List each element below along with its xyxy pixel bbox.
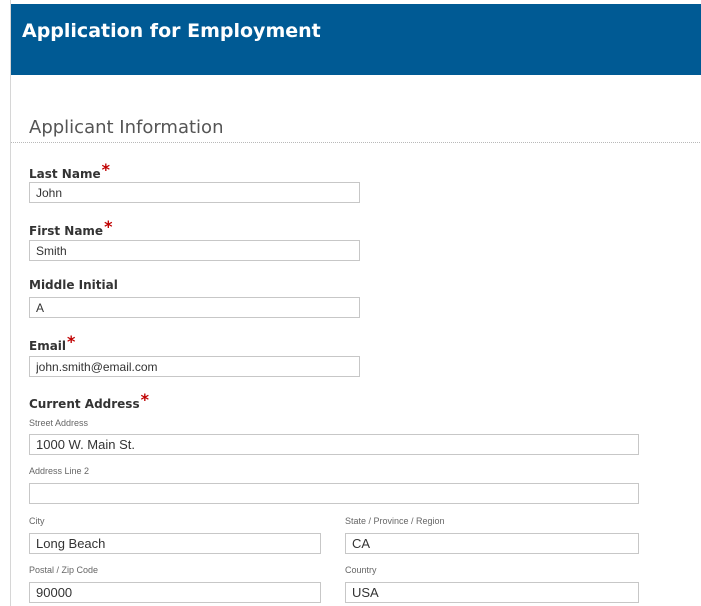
city-input[interactable] — [29, 533, 321, 554]
form-header: Application for Employment — [11, 4, 701, 75]
middle-initial-label: Middle Initial — [29, 278, 118, 292]
required-marker: * — [140, 390, 149, 409]
postal-code-input[interactable] — [29, 582, 321, 603]
postal-code-label: Postal / Zip Code — [29, 565, 99, 575]
email-label: Email* — [29, 332, 76, 353]
first-name-input[interactable] — [29, 240, 360, 261]
middle-initial-input[interactable] — [29, 297, 360, 318]
country-label: Country — [345, 565, 377, 575]
country-input[interactable] — [345, 582, 639, 603]
form-frame: Application for Employment Applicant Inf… — [10, 0, 701, 606]
last-name-label: Last Name* — [29, 160, 110, 181]
required-marker: * — [67, 332, 76, 351]
required-marker: * — [104, 217, 113, 236]
email-input[interactable] — [29, 356, 360, 377]
section-title: Applicant Information — [29, 117, 224, 138]
last-name-input[interactable] — [29, 182, 360, 203]
city-label: City — [29, 516, 45, 526]
form-title: Application for Employment — [22, 20, 321, 42]
section-divider — [11, 142, 701, 143]
current-address-label: Current Address* — [29, 390, 149, 411]
required-marker: * — [101, 160, 110, 179]
address-line2-label: Address Line 2 — [29, 466, 90, 476]
street-address-input[interactable] — [29, 434, 639, 455]
state-label: State / Province / Region — [345, 516, 445, 526]
street-address-label: Street Address — [29, 418, 89, 428]
address-line2-input[interactable] — [29, 483, 639, 504]
first-name-label: First Name* — [29, 217, 113, 238]
state-input[interactable] — [345, 533, 639, 554]
